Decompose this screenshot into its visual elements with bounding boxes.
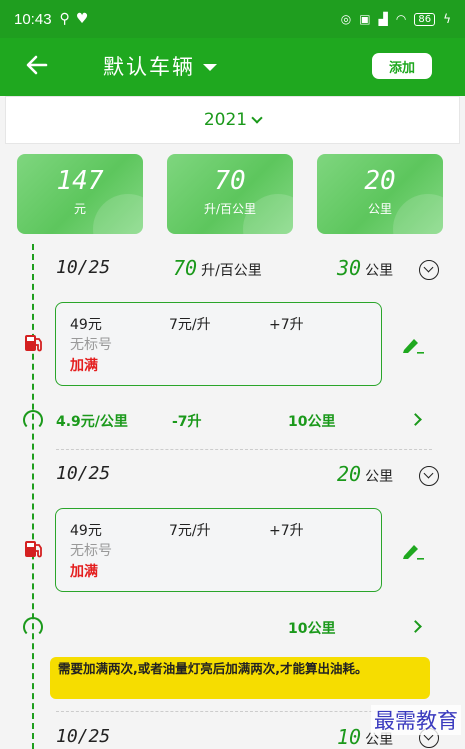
entry-consumption: 70 升/百公里 xyxy=(173,256,262,280)
year-value: 2021 xyxy=(203,110,248,130)
chevron-right-icon[interactable] xyxy=(409,620,422,633)
summary-km: 10公里 xyxy=(288,414,336,430)
stat-unit: 元 xyxy=(73,202,86,216)
wifi-icon: ◠ xyxy=(395,12,407,26)
consumption-unit: 升/百公里 xyxy=(201,263,262,279)
distance-value: 20 xyxy=(337,462,362,486)
location-icon: ◎ xyxy=(340,12,352,26)
fill-status: 加满 xyxy=(70,564,98,580)
fill-status: 加满 xyxy=(70,358,98,374)
summary-liters: -7升 xyxy=(172,414,202,430)
status-bar: 10:43 ⚲ ♥ ◎ ▣ ▟ ◠ 86 ϟ xyxy=(0,0,465,38)
stat-card-distance: 20 公里 xyxy=(317,154,443,234)
app-bar: 默认车辆 添加 xyxy=(0,38,465,96)
distance-unit: 公里 xyxy=(365,263,394,279)
stat-unit: 升/百公里 xyxy=(203,202,257,216)
entry-date: 10/25 xyxy=(56,257,111,278)
watermark-logo: 最需教育 xyxy=(371,705,461,735)
refuel-card[interactable]: 49元 7元/升 +7升 无标号 加满 xyxy=(55,302,382,386)
distance-value: 10 xyxy=(337,725,362,749)
gauge-icon xyxy=(23,617,43,637)
vehicle-selector[interactable]: 默认车辆 xyxy=(103,51,217,81)
gauge-icon xyxy=(23,410,43,430)
entry-date: 10/25 xyxy=(56,463,111,484)
hd-icon: ▣ xyxy=(359,12,371,26)
edit-pencil-icon[interactable] xyxy=(401,335,425,355)
stat-value: 147 xyxy=(56,166,104,196)
chevron-right-icon[interactable] xyxy=(409,413,422,426)
fuel-grade: 无标号 xyxy=(70,543,112,559)
refuel-card[interactable]: 49元 7元/升 +7升 无标号 加满 xyxy=(55,508,382,592)
page-title: 默认车辆 xyxy=(103,55,195,79)
chevron-down-icon xyxy=(251,112,263,124)
entry-distance: 20 公里 xyxy=(337,462,393,486)
signal-icon: ▟ xyxy=(378,12,388,26)
stat-card-consumption: 70 升/百公里 xyxy=(167,154,293,234)
caret-down-icon xyxy=(203,63,217,71)
year-selector[interactable]: 2021 xyxy=(5,96,460,144)
refuel-amount: 49元 xyxy=(70,317,102,333)
usb-icon: ⚲ xyxy=(59,11,70,27)
shield-icon: ♥ xyxy=(75,11,89,27)
edit-pencil-icon[interactable] xyxy=(401,541,425,561)
charging-icon: ϟ xyxy=(443,12,451,26)
refuel-volume: +7升 xyxy=(269,317,304,333)
battery-icon: 86 xyxy=(414,12,436,26)
fuel-pump-icon xyxy=(24,540,44,558)
refuel-price: 7元/升 xyxy=(169,317,211,333)
refuel-volume: +7升 xyxy=(269,523,304,539)
refuel-amount: 49元 xyxy=(70,523,102,539)
distance-unit: 公里 xyxy=(365,469,394,485)
status-right-icons: ◎ ▣ ▟ ◠ 86 ϟ xyxy=(341,12,451,26)
back-arrow-icon[interactable] xyxy=(26,54,48,81)
expand-chevron-icon[interactable] xyxy=(419,260,439,280)
summary-cost-per-km: 4.9元/公里 xyxy=(56,414,128,430)
stat-unit: 公里 xyxy=(367,202,392,216)
status-time: 10:43 xyxy=(14,10,52,28)
entry-divider xyxy=(56,449,432,450)
consumption-value: 70 xyxy=(173,256,198,280)
stat-value: 20 xyxy=(364,166,396,196)
fuel-pump-icon xyxy=(24,334,44,352)
entry-distance: 30 公里 xyxy=(337,256,393,280)
status-left-icons: ⚲ ♥ xyxy=(60,11,89,27)
add-button[interactable]: 添加 xyxy=(372,53,432,79)
stats-row: 147 元 70 升/百公里 20 公里 xyxy=(17,154,443,234)
fuel-grade: 无标号 xyxy=(70,337,112,353)
refuel-price: 7元/升 xyxy=(169,523,211,539)
warning-banner: 需要加满两次,或者油量灯亮后加满两次,才能算出油耗。 xyxy=(50,657,430,699)
entry-date: 10/25 xyxy=(56,726,111,747)
distance-value: 30 xyxy=(337,256,362,280)
summary-km: 10公里 xyxy=(288,621,336,637)
stat-card-cost: 147 元 xyxy=(17,154,143,234)
timeline-line xyxy=(32,244,34,749)
expand-chevron-icon[interactable] xyxy=(419,466,439,486)
stat-value: 70 xyxy=(214,166,246,196)
